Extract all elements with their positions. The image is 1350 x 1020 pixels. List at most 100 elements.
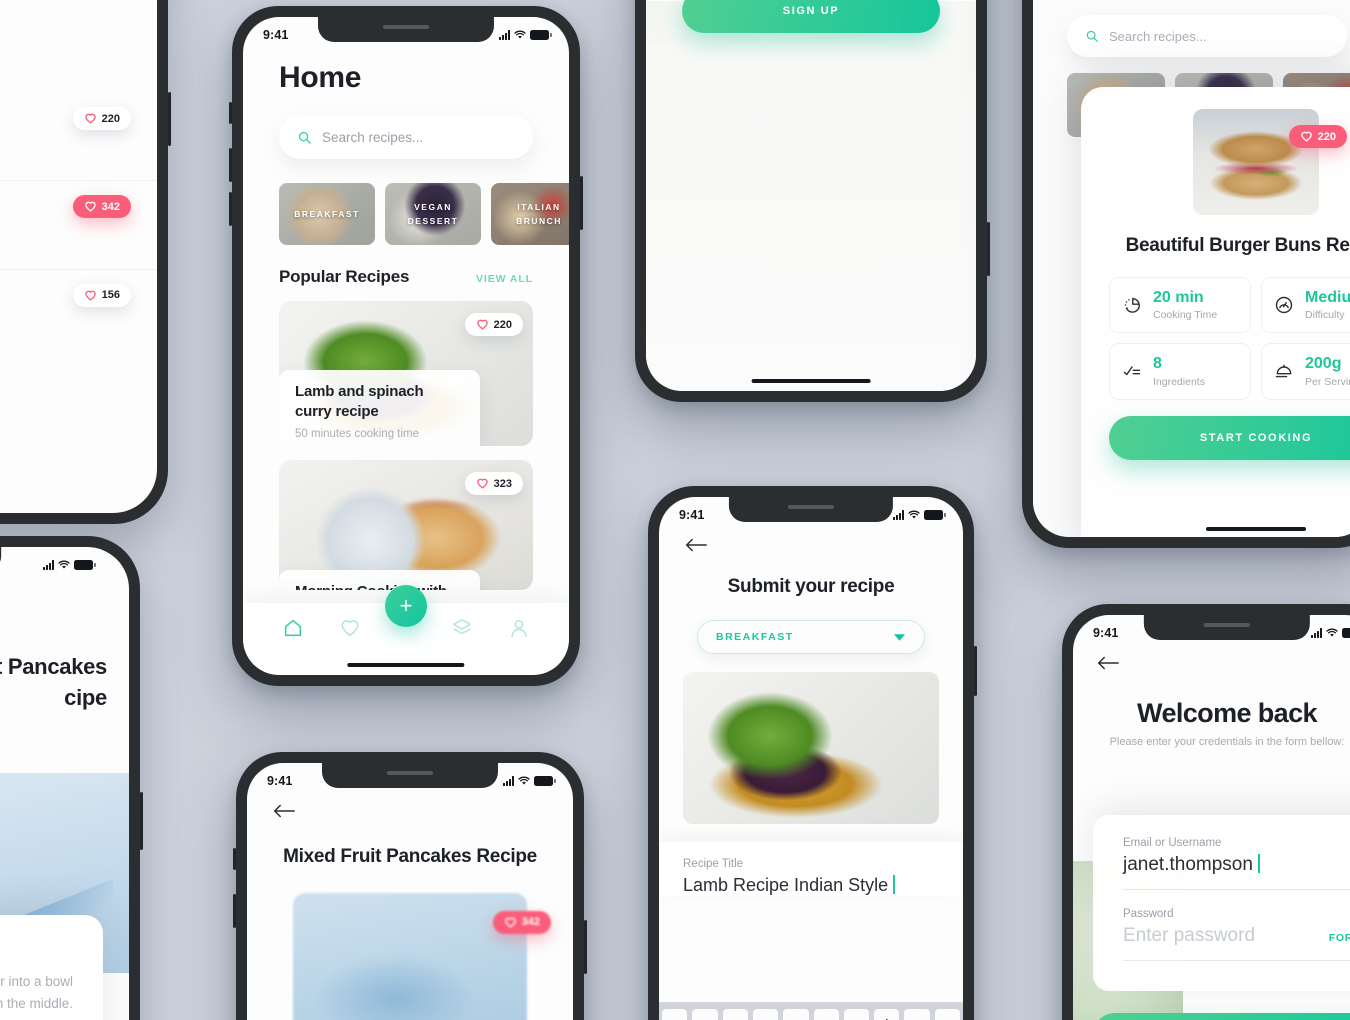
cellular-signal-icon	[1311, 628, 1322, 638]
field-label: Password	[1123, 908, 1174, 920]
info-label: Per Serving	[1305, 375, 1350, 388]
info-card-difficulty: Medium Difficulty	[1261, 276, 1350, 334]
cellular-signal-icon	[499, 30, 510, 40]
key-q[interactable]: q	[662, 1009, 688, 1020]
like-badge[interactable]: 342	[492, 910, 551, 934]
like-badge[interactable]: 342	[72, 195, 131, 219]
power-button[interactable]	[987, 222, 990, 276]
key-u[interactable]: u	[843, 1009, 870, 1020]
category-select[interactable]: BREAKFAST	[697, 620, 925, 654]
list-item[interactable]: h Steaks rill forhigh heat oil... 342	[0, 180, 157, 268]
key-t[interactable]: t	[783, 1009, 809, 1020]
recipe-card-overlay: Morning Cookies with Fresh Milk	[279, 570, 480, 590]
list-item-desc: one dished to be on...	[0, 129, 63, 167]
like-badge[interactable]: 220	[72, 107, 131, 130]
cellular-signal-icon	[503, 776, 514, 786]
like-badge[interactable]: 156	[72, 283, 131, 307]
start-cooking-button[interactable]: START COOKING	[1109, 415, 1350, 460]
text-caret	[893, 875, 896, 894]
profile-icon[interactable]	[508, 617, 530, 639]
recipe-list: Tikka Masala one dished to be on... 220 …	[0, 0, 157, 357]
key-e[interactable]: e	[722, 1009, 748, 1020]
category-card-vegan-dessert[interactable]: VEGAN DESSERT	[385, 183, 481, 245]
status-bar	[0, 547, 129, 577]
recipe-card[interactable]: 323 Morning Cookies with Fresh Milk	[279, 460, 533, 590]
wifi-icon	[518, 776, 530, 785]
power-button[interactable]	[580, 176, 583, 230]
list-item[interactable]: Pepe Pasta sta dishes the comp... 156	[0, 268, 157, 357]
arrow-left-icon	[685, 538, 707, 552]
wifi-icon	[514, 30, 526, 39]
wifi-icon	[1326, 628, 1338, 637]
forgot-password-link[interactable]: FORGOT?	[1329, 932, 1350, 944]
view-all-link[interactable]: VIEW ALL	[476, 273, 533, 285]
search-input[interactable]: Search recipes...	[1067, 15, 1347, 57]
back-button[interactable]	[273, 803, 573, 824]
field-value: janet.thompson	[1123, 854, 1350, 876]
key-p[interactable]: p	[934, 1009, 960, 1020]
mute-switch[interactable]	[229, 102, 232, 124]
home-icon[interactable]	[282, 617, 304, 639]
screen-recipe-detail: Search recipes... BREAKFAST VEGAN DESSER…	[1033, 0, 1350, 537]
status-time: 9:41	[267, 774, 293, 788]
instruction-paragraph: he flour into a bowl vell in the middle.	[0, 974, 73, 1011]
power-button[interactable]	[140, 792, 143, 850]
arrow-left-icon	[273, 804, 295, 818]
like-badge[interactable]: 220	[1288, 125, 1347, 148]
heart-icon	[84, 202, 96, 212]
phone-recipe-list: Tikka Masala one dished to be on... 220 …	[0, 0, 171, 524]
back-button[interactable]	[685, 537, 963, 558]
mute-switch[interactable]	[233, 848, 236, 870]
list-item-title: h Steaks	[0, 195, 63, 213]
screen-pancakes-instructions: it Pancakes cipe he flour into a bowl ve…	[0, 547, 129, 1020]
username-field[interactable]: Email or Username janet.thompson	[1123, 837, 1350, 890]
category-card-italian-brunch[interactable]: ITALIAN BRUNCH	[491, 183, 569, 245]
key-i[interactable]: i	[874, 1009, 900, 1020]
recipe-card-overlay: Lamb and spinach curry recipe 50 minutes…	[279, 370, 480, 446]
password-field[interactable]: Password Enter password FORGOT?	[1123, 908, 1350, 961]
recipe-title: Lamb and spinach curry recipe	[295, 383, 424, 421]
login-button[interactable]: LOGIN	[1093, 1013, 1350, 1020]
list-item[interactable]: Tikka Masala one dished to be on... 220	[0, 93, 157, 180]
volume-down-button[interactable]	[229, 192, 232, 226]
info-label: Ingredients	[1153, 375, 1205, 388]
phone-login: 9:41 Welcome back Please enter your cred…	[1062, 604, 1350, 1020]
side-button[interactable]	[168, 92, 171, 146]
power-button[interactable]	[584, 920, 587, 974]
phone-recipe-detail: Search recipes... BREAKFAST VEGAN DESSER…	[1022, 0, 1350, 548]
signup-background	[646, 0, 976, 391]
recipe-title-field[interactable]: Recipe Title Lamb Recipe Indian Style	[659, 842, 963, 896]
recipe-card[interactable]: 220 Lamb and spinach curry recipe 50 min…	[279, 301, 533, 446]
power-button[interactable]	[974, 646, 977, 696]
volume-up-button[interactable]	[233, 894, 236, 928]
battery-icon	[924, 510, 946, 520]
like-badge[interactable]: 220	[464, 313, 523, 336]
recipe-hero-image: 342	[293, 892, 551, 1020]
info-card-per-serving: 200g Per Serving	[1261, 343, 1350, 400]
recipe-title: Beautiful Burger Buns Recipe	[1125, 235, 1350, 256]
add-recipe-button[interactable]: +	[385, 585, 427, 627]
key-o[interactable]: o	[904, 1009, 930, 1020]
category-label: ITALIAN BRUNCH	[516, 201, 562, 226]
list-item-desc: sta dishes the comp...	[0, 306, 63, 344]
key-w[interactable]: w	[692, 1009, 718, 1020]
screen-recipe-list: Tikka Masala one dished to be on... 220 …	[0, 0, 157, 513]
heart-icon[interactable]	[339, 617, 361, 639]
back-button[interactable]	[1097, 655, 1350, 676]
phone-signup: Email Enter your email address Password …	[635, 0, 990, 402]
modal-drag-handle[interactable]	[1154, 95, 1250, 99]
login-form: Email or Username janet.thompson Passwor…	[1093, 815, 1350, 991]
screen-home: 9:41 Home Search recipes... BREAKFAST VE…	[243, 17, 569, 675]
info-label: Difficulty	[1305, 309, 1345, 322]
recipe-photo[interactable]	[683, 672, 939, 824]
category-card-breakfast[interactable]: BREAKFAST	[279, 183, 375, 245]
like-badge[interactable]: 323	[464, 472, 523, 495]
key-r[interactable]: r	[752, 1009, 779, 1020]
key-y[interactable]: y	[813, 1009, 839, 1020]
wifi-icon	[908, 510, 920, 519]
category-list: BREAKFAST VEGAN DESSERT ITALIAN BRUNCH	[279, 183, 569, 245]
signup-button[interactable]: SIGN UP	[682, 0, 940, 33]
volume-up-button[interactable]	[229, 148, 232, 182]
search-input[interactable]: Search recipes...	[279, 115, 533, 159]
layers-icon[interactable]	[451, 617, 473, 639]
